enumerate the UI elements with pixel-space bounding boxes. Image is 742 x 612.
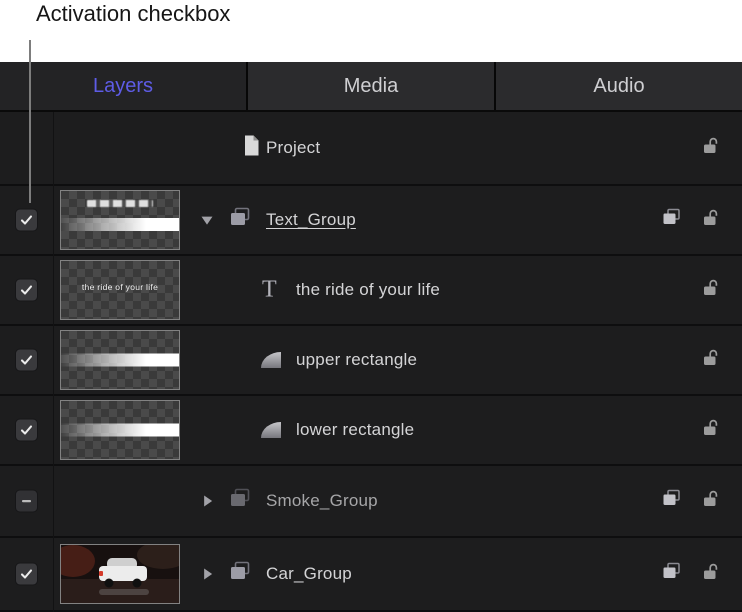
row-car-group[interactable]: Car_Group [0,538,742,612]
row-label[interactable]: lower rectangle [296,420,414,440]
activation-checkbox[interactable] [15,490,38,513]
group-icon [228,488,252,514]
callout-label: Activation checkbox [36,1,230,27]
shape-layer-icon [261,352,281,368]
unlock-icon[interactable] [701,278,721,303]
row-lower-rectangle[interactable]: lower rectangle [0,396,742,466]
text-layer-icon: T [262,278,277,302]
callout-line [29,40,31,203]
group-icon [228,207,252,233]
car-thumbnail-image [61,545,179,603]
group-2d-badge-icon[interactable] [661,208,682,232]
thumbnail-text: the ride of your life [61,282,179,292]
layer-thumbnail[interactable] [60,330,180,390]
unlock-icon[interactable] [701,418,721,443]
disclosure-triangle-collapsed[interactable] [199,493,215,509]
thumbnail-gradient-bar [61,424,179,437]
row-smoke-group[interactable]: Smoke_Group [0,466,742,538]
checkmark-icon [19,353,34,368]
checkmark-icon [19,423,34,438]
tab-audio[interactable]: Audio [494,62,742,110]
layer-thumbnail[interactable] [60,190,180,250]
mixed-dash-icon [19,494,34,509]
row-label[interactable]: upper rectangle [296,350,417,370]
unlock-icon[interactable] [701,489,721,514]
row-label[interactable]: Text_Group [266,210,356,230]
row-text-layer[interactable]: the ride of your life T the ride of your… [0,256,742,326]
row-label[interactable]: the ride of your life [296,280,440,300]
row-label[interactable]: Smoke_Group [266,491,378,511]
group-2d-badge-icon[interactable] [661,489,682,513]
layer-thumbnail[interactable] [60,400,180,460]
tab-media[interactable]: Media [246,62,494,110]
activation-checkbox[interactable] [15,349,38,372]
unlock-icon[interactable] [701,348,721,373]
tab-bar: Layers Media Audio [0,62,742,112]
activation-checkbox[interactable] [15,419,38,442]
project-file-icon [242,134,261,162]
disclosure-triangle-collapsed[interactable] [199,566,215,582]
row-text-group[interactable]: Text_Group [0,186,742,256]
row-upper-rectangle[interactable]: upper rectangle [0,326,742,396]
shape-layer-icon [261,422,281,438]
activation-checkbox[interactable] [15,209,38,232]
group-2d-badge-icon[interactable] [661,562,682,586]
activation-checkbox[interactable] [15,563,38,586]
activation-checkbox[interactable] [15,279,38,302]
tab-layers-label: Layers [93,75,153,98]
layer-thumbnail[interactable]: the ride of your life [60,260,180,320]
unlock-icon[interactable] [701,208,721,233]
tab-media-label: Media [344,75,398,98]
checkbox-column-separator [53,112,54,612]
group-icon [228,561,252,587]
checkmark-icon [19,213,34,228]
checkmark-icon [19,283,34,298]
tab-audio-label: Audio [593,75,644,98]
unlock-icon[interactable] [701,136,721,161]
row-label[interactable]: Project [266,138,320,158]
row-label[interactable]: Car_Group [266,564,352,584]
layers-panel: Layers Media Audio Project [0,62,742,612]
tab-layers[interactable]: Layers [0,62,246,110]
checkmark-icon [19,567,34,582]
layers-list: Project [0,112,742,612]
thumbnail-text-marks [87,200,153,207]
layer-thumbnail[interactable] [60,544,180,604]
disclosure-triangle-expanded[interactable] [199,212,215,228]
thumbnail-gradient-bar [61,354,179,367]
unlock-icon[interactable] [701,562,721,587]
thumbnail-gradient-bar [61,218,179,231]
row-project[interactable]: Project [0,112,742,186]
